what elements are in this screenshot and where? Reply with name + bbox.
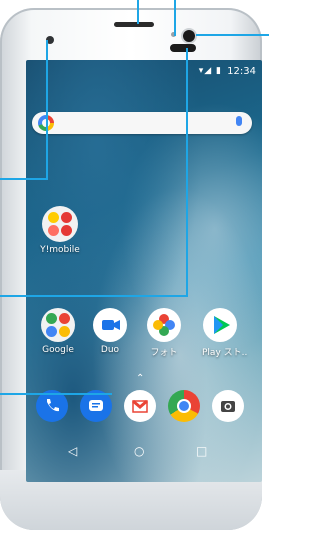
status-time: 12:34 [227, 66, 256, 77]
home-screen: ▾◢ ▮ 12:34 Y!mobile Google Duo フォト Play … [26, 60, 262, 482]
folder-ymobile[interactable]: Y!mobile [40, 206, 80, 255]
recent-apps-button[interactable]: □ [196, 444, 207, 458]
folder-icon [41, 308, 75, 342]
callout-line [0, 295, 188, 297]
callout-line [174, 0, 176, 36]
callout-line [186, 48, 188, 296]
app-label: フォト [150, 348, 178, 358]
callout-line [0, 178, 48, 180]
callout-line [0, 393, 112, 395]
front-camera [183, 30, 195, 42]
video-icon [93, 308, 127, 342]
app-label: Duo [100, 345, 120, 355]
folder-label: Google [42, 345, 74, 355]
google-search-bar[interactable] [32, 112, 252, 134]
chrome-icon[interactable] [168, 390, 200, 422]
folder-google[interactable]: Google [38, 308, 78, 355]
app-play-store[interactable]: Play スト.. [202, 308, 248, 358]
callout-line [196, 34, 269, 36]
play-icon [203, 308, 237, 342]
callout-line [137, 0, 139, 24]
callout-line [46, 40, 48, 180]
pinwheel-icon [147, 308, 181, 342]
status-icons: ▾◢ ▮ [198, 66, 222, 76]
gmail-icon[interactable] [124, 390, 156, 422]
app-label: Play スト.. [202, 348, 248, 358]
folder-label: Y!mobile [40, 245, 80, 255]
folder-icon [42, 206, 78, 242]
mic-icon[interactable] [236, 116, 242, 126]
earpiece-speaker [114, 22, 154, 27]
app-drawer-chevron-icon[interactable]: ⌃ [136, 373, 144, 384]
back-button[interactable]: ◁ [68, 444, 77, 458]
camera-icon[interactable] [212, 390, 244, 422]
proximity-sensor [170, 44, 196, 52]
app-duo[interactable]: Duo [92, 308, 128, 355]
app-photos[interactable]: フォト [146, 308, 182, 358]
home-button[interactable]: ○ [134, 444, 144, 458]
navigation-bar: ◁ ○ □ [26, 438, 262, 468]
